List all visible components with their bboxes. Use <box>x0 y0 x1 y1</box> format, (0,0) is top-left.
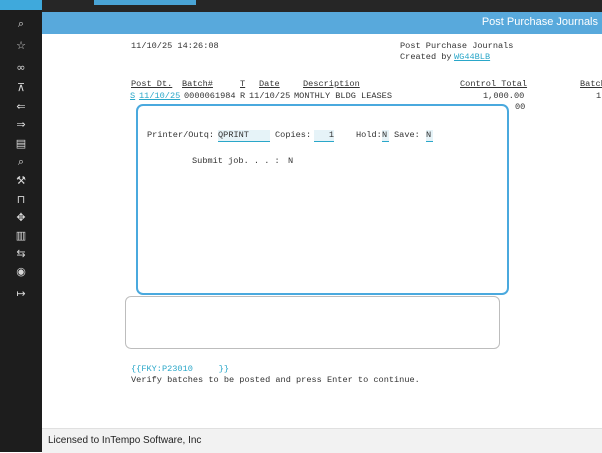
sidebar: ⌕ ☆ ∞ ⊼ ⇐ ⇒ ▤ ⌕ ⚒ ⊓ ✥ ▥ ⇆ ◉ ↦ <box>0 0 42 452</box>
function-key-bar[interactable]: {{FKY:P23010 }} <box>131 364 229 375</box>
trash-icon[interactable]: ▥ <box>11 228 31 244</box>
cart-icon[interactable]: ⊼ <box>11 80 31 96</box>
status-message: Verify batches to be posted and press En… <box>131 375 420 385</box>
created-by-user-link[interactable]: WG44BLB <box>454 52 490 63</box>
link-icon[interactable]: ∞ <box>11 60 31 76</box>
copies-label: Copies: <box>275 130 312 140</box>
created-by-label: Created by <box>400 52 452 62</box>
second-row-tail: 00 <box>515 102 526 112</box>
row-select-field[interactable]: S <box>130 91 135 102</box>
sidebar-home-button[interactable] <box>0 0 42 10</box>
print-options-dialog: Printer/Outq: QPRINT Copies: 1 Hold: N S… <box>136 104 509 295</box>
column-type: T <box>240 79 246 89</box>
column-batch: Batch <box>580 79 602 89</box>
logout-icon[interactable]: ↦ <box>11 286 31 302</box>
move-icon[interactable]: ✥ <box>11 210 31 226</box>
save-label: Save: <box>394 130 420 140</box>
send-forward-icon[interactable]: ⇒ <box>11 117 31 133</box>
column-post-dt: Post Dt. <box>131 79 173 89</box>
hold-label: Hold: <box>356 130 382 140</box>
copies-input[interactable]: 1 <box>314 130 334 142</box>
star-icon[interactable]: ☆ <box>11 38 31 54</box>
wrench-icon[interactable]: ⚒ <box>11 173 31 189</box>
lock-icon[interactable]: ⊓ <box>11 192 31 208</box>
clipboard-icon[interactable]: ▤ <box>11 136 31 152</box>
send-back-icon[interactable]: ⇐ <box>11 99 31 115</box>
printer-outq-input[interactable]: QPRINT <box>218 130 270 142</box>
footer: Licensed to InTempo Software, Inc <box>42 428 602 453</box>
hold-input[interactable]: N <box>382 130 389 142</box>
row-batch: 1 <box>596 91 602 101</box>
printer-outq-label: Printer/Outq: <box>147 130 215 140</box>
column-description: Description <box>303 79 360 89</box>
report-timestamp: 11/10/25 14:26:08 <box>131 41 219 51</box>
save-input[interactable]: N <box>426 130 433 142</box>
report-heading: Post Purchase Journals <box>400 41 514 51</box>
row-batch-number: 0000061984 <box>184 91 236 101</box>
license-text: Licensed to InTempo Software, Inc <box>48 435 202 446</box>
row-type: R <box>240 91 246 101</box>
submit-job-label: Submit job. . . : <box>192 156 280 166</box>
row-post-date[interactable]: 11/10/25 <box>139 91 180 102</box>
eye-icon[interactable]: ◉ <box>11 264 31 280</box>
column-date: Date <box>259 79 280 89</box>
column-batch-number: Batch# <box>182 79 213 89</box>
row-date: 11/10/25 <box>249 91 291 101</box>
tab-bar <box>42 0 602 12</box>
submit-job-input[interactable]: N <box>288 156 293 167</box>
row-description: MONTHLY BLDG LEASES <box>294 91 392 101</box>
inspect-icon[interactable]: ⌕ <box>11 154 31 170</box>
row-control-total: 1,000.00 <box>483 91 525 101</box>
window-title: Post Purchase Journals <box>481 16 598 28</box>
transfer-icon[interactable]: ⇆ <box>11 246 31 262</box>
tab-active[interactable] <box>94 0 196 5</box>
column-control-total: Control Total <box>460 79 528 89</box>
search-icon[interactable]: ⌕ <box>11 16 31 32</box>
title-bar: Post Purchase Journals <box>42 12 602 34</box>
message-box <box>125 296 500 349</box>
